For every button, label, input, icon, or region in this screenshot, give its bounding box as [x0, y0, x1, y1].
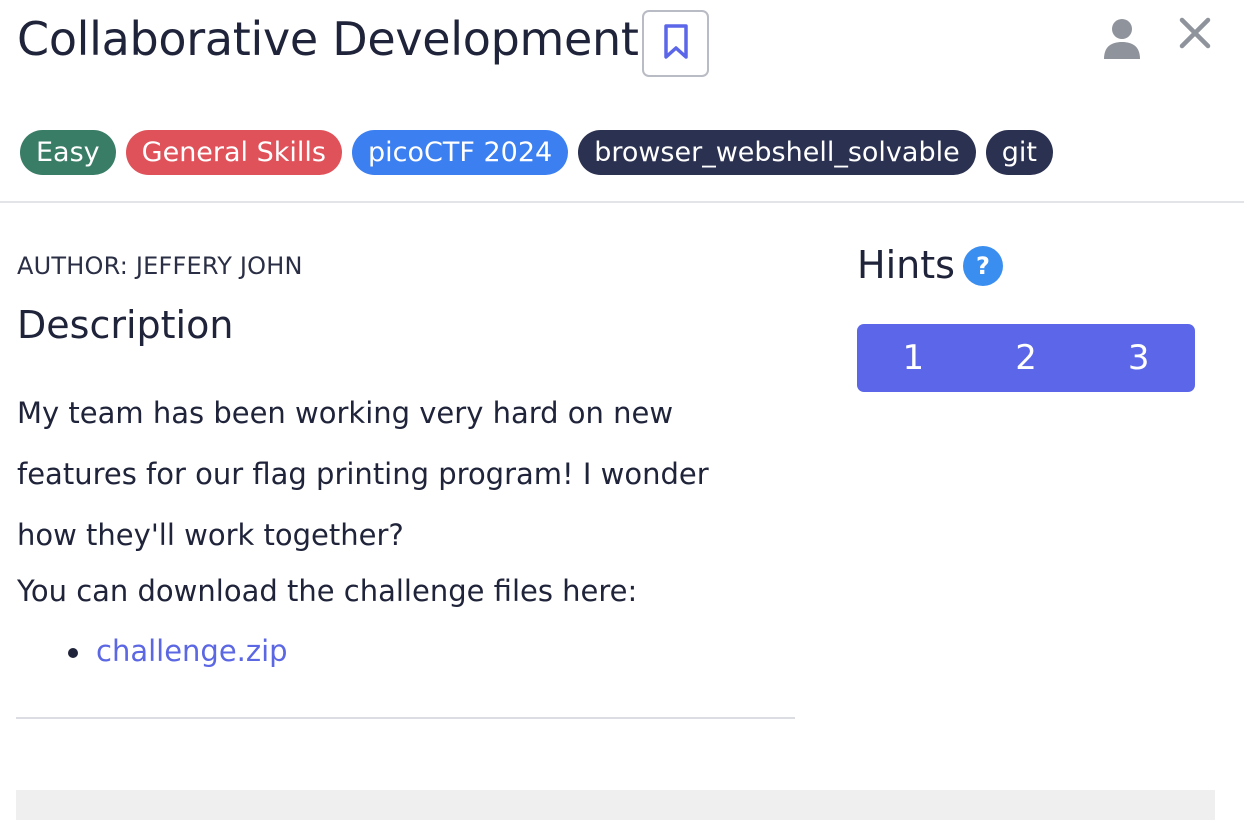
header-divider: [0, 201, 1244, 203]
question-icon[interactable]: ?: [963, 246, 1003, 286]
hint-button-2[interactable]: 2: [970, 324, 1083, 392]
tag-difficulty[interactable]: Easy: [20, 130, 116, 175]
hints-heading: Hints: [857, 243, 955, 287]
file-list: challenge.zip: [68, 626, 288, 677]
author-label: AUTHOR: JEFFERY JOHN: [17, 252, 303, 280]
tag-git[interactable]: git: [985, 130, 1053, 175]
close-icon: [1178, 16, 1212, 54]
description-text: My team has been working very hard on ne…: [17, 396, 709, 552]
hint-button-1[interactable]: 1: [857, 324, 970, 392]
bottom-panel: [16, 790, 1215, 820]
description-heading: Description: [17, 303, 234, 347]
download-link-challenge-zip[interactable]: challenge.zip: [96, 634, 288, 668]
tag-webshell[interactable]: browser_webshell_solvable: [578, 130, 976, 175]
content-divider: [16, 717, 795, 719]
hint-button-group: 1 2 3: [857, 324, 1195, 392]
list-item: challenge.zip: [68, 626, 288, 677]
tag-list: Easy General Skills picoCTF 2024 browser…: [20, 130, 1053, 175]
user-profile-button[interactable]: [1100, 18, 1144, 64]
hint-button-3[interactable]: 3: [1082, 324, 1195, 392]
bookmark-icon: [661, 23, 691, 65]
user-icon: [1102, 18, 1142, 64]
page-title: Collaborative Development: [17, 12, 639, 66]
download-instructions: You can download the challenge files her…: [17, 574, 638, 608]
close-button[interactable]: [1175, 15, 1215, 55]
bookmark-button[interactable]: [642, 10, 709, 77]
tag-category[interactable]: General Skills: [125, 130, 342, 175]
tag-event[interactable]: picoCTF 2024: [352, 130, 569, 175]
